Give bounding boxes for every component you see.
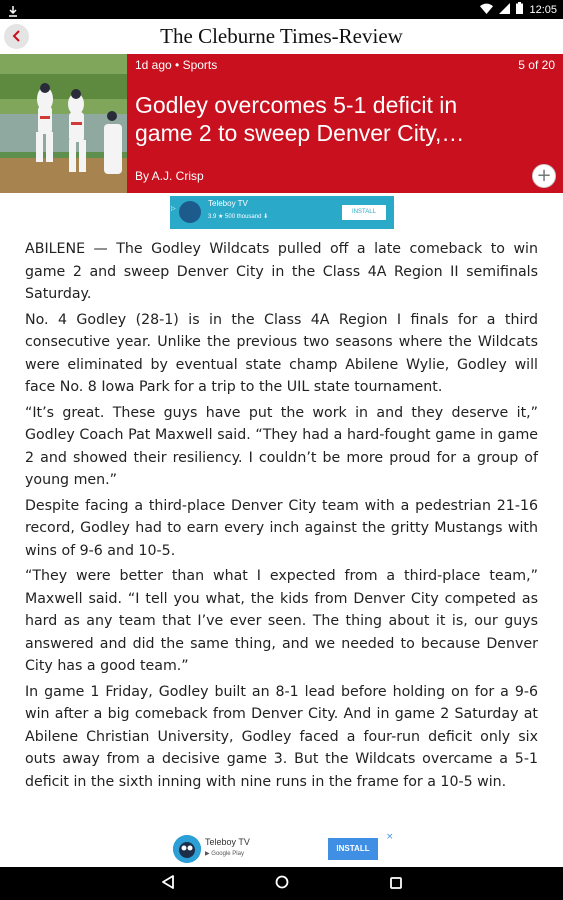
publication-title: The Cleburne Times-Review: [160, 24, 403, 48]
plus-icon: +: [536, 165, 552, 186]
ad-banner-bottom[interactable]: Teleboy TV ▶ Google Play INSTALL ×: [165, 828, 398, 868]
ad-title: Teleboy TV: [205, 837, 250, 847]
battery-icon: [516, 2, 524, 17]
ad-app-logo: [173, 835, 201, 863]
headline-card[interactable]: 1d ago • Sports 5 of 20 Godley overcomes…: [127, 54, 563, 193]
article-paragraph: In game 1 Friday, Godley built an 8-1 le…: [25, 683, 538, 790]
ad-rating: 3.9 ★ 500 thousand ⬇: [208, 214, 269, 220]
back-triangle-icon: [161, 874, 175, 893]
google-play-badge: ▶ Google Play: [205, 851, 244, 857]
ad-close-icon[interactable]: ×: [386, 832, 394, 842]
article-body: ABILENE — The Godley Wildcats pulled off…: [25, 238, 538, 796]
add-button[interactable]: +: [532, 164, 556, 188]
wifi-icon: [480, 3, 494, 17]
article-headline: Godley overcomes 5-1 deficit in game 2 t…: [135, 92, 465, 146]
article-byline: By A.J. Crisp: [135, 169, 204, 183]
nav-recents-button[interactable]: [376, 867, 416, 900]
ad-choices-icon[interactable]: ▷: [171, 205, 177, 217]
article-paragraph: No. 4 Godley (28-1) is in the Class 4A R…: [25, 311, 538, 396]
ad-title: Teleboy TV: [208, 199, 248, 208]
hero-photo[interactable]: [0, 54, 127, 193]
ad-banner-top[interactable]: ▷ Teleboy TV 3.9 ★ 500 thousand ⬇ INSTAL…: [170, 196, 394, 229]
article-paragraph: Despite facing a third-place Denver City…: [25, 497, 538, 559]
ad-install-button[interactable]: INSTALL: [328, 838, 378, 860]
article-counter: 5 of 20: [518, 58, 555, 72]
article-paragraph: “They were better than what I expected f…: [25, 568, 538, 674]
status-bar: 12:05: [0, 0, 563, 19]
article-paragraph: “It’s great. These guys have put the wor…: [25, 404, 538, 489]
ad-app-logo: [179, 201, 201, 223]
ad-install-button[interactable]: INSTALL: [342, 205, 386, 220]
app-header: The Cleburne Times-Review: [0, 19, 563, 54]
recents-square-icon: [390, 874, 402, 893]
signal-icon: [499, 2, 511, 17]
home-circle-icon: [275, 874, 289, 893]
nav-home-button[interactable]: [262, 867, 302, 900]
status-time: 12:05: [529, 3, 557, 16]
hero-section[interactable]: 1d ago • Sports 5 of 20 Godley overcomes…: [0, 54, 563, 193]
nav-back-button[interactable]: [148, 867, 188, 900]
article-paragraph: ABILENE — The Godley Wildcats pulled off…: [25, 241, 538, 302]
navigation-bar: [0, 867, 563, 900]
article-meta: 1d ago • Sports: [135, 58, 218, 72]
